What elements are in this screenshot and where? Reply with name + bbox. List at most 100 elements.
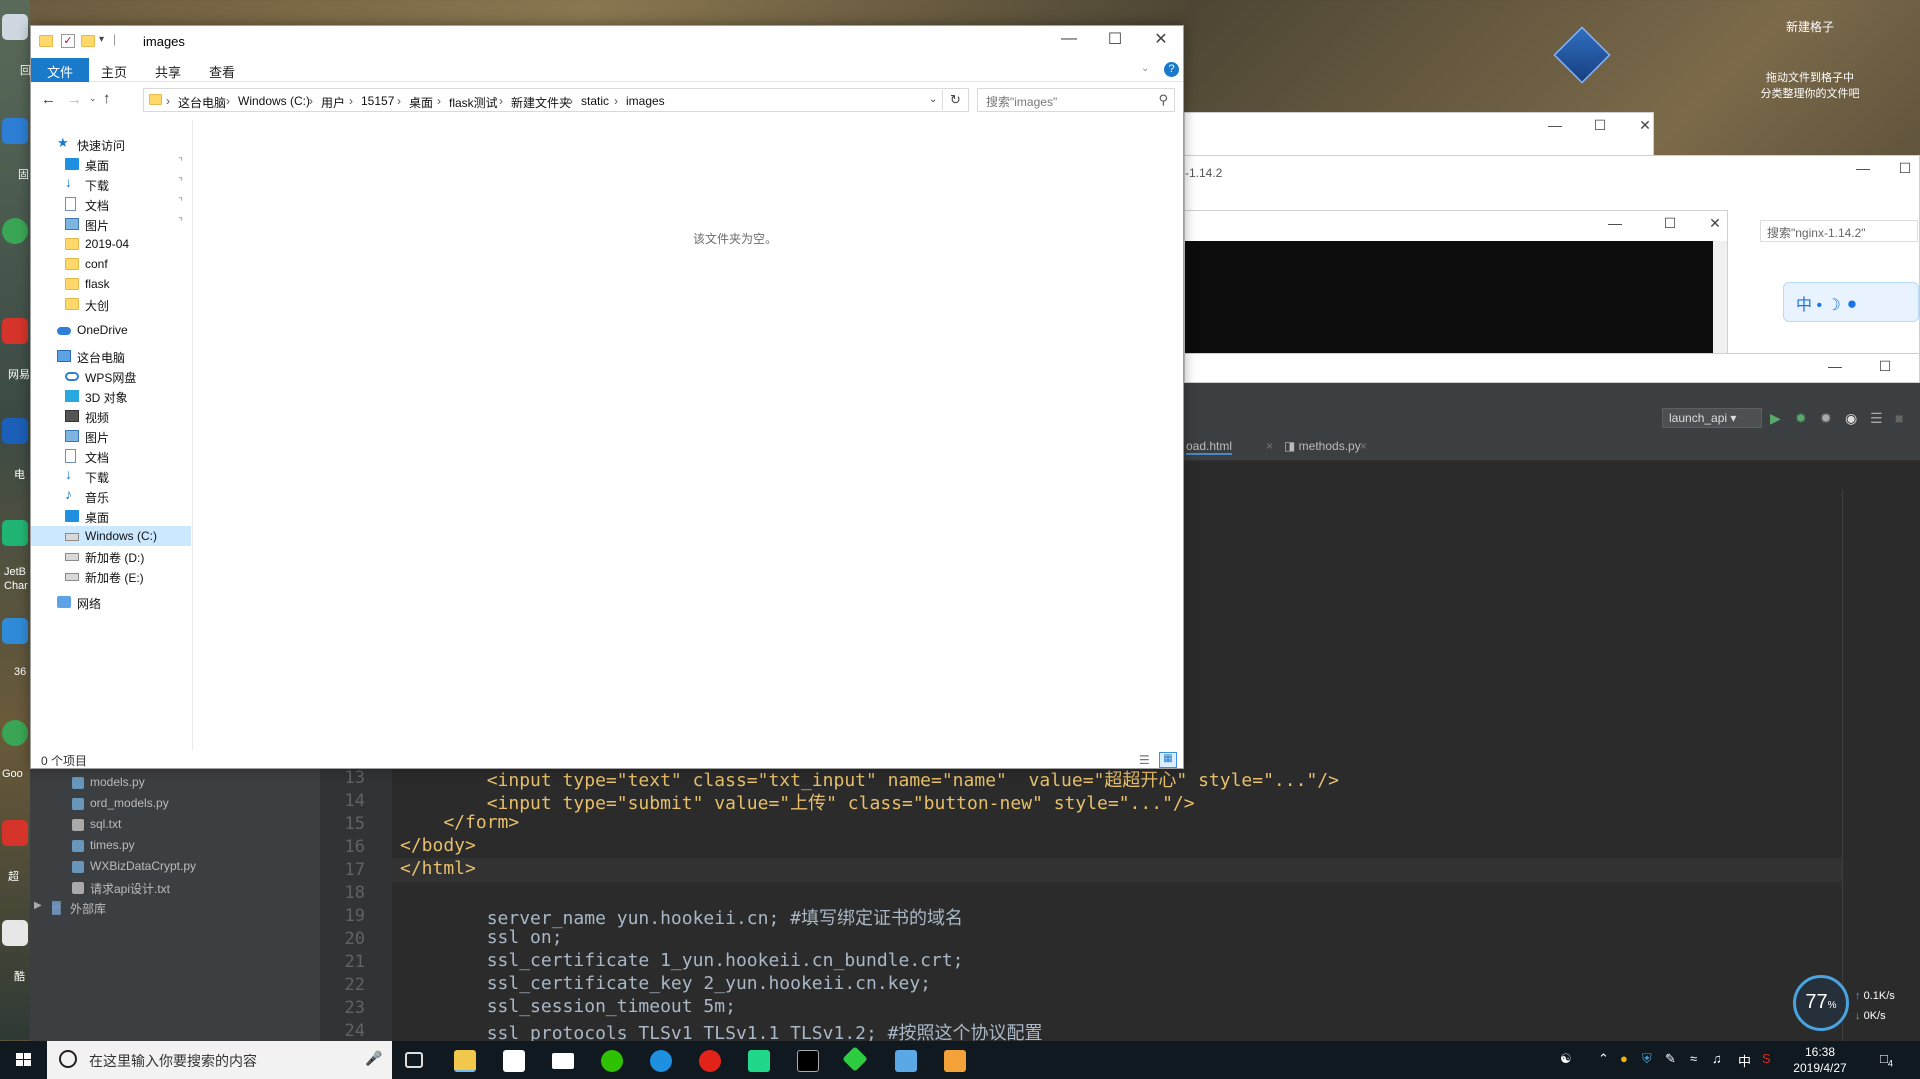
maximize-icon[interactable]: ☐: [1105, 29, 1125, 49]
minimize-icon[interactable]: —: [1825, 358, 1845, 374]
nav-drive-d[interactable]: 新加卷 (D:): [31, 546, 191, 566]
back-arrow-icon[interactable]: ←: [41, 91, 56, 108]
minimize-icon[interactable]: —: [1853, 160, 1873, 176]
chrome-icon[interactable]: [2, 720, 28, 746]
cube-widget-icon[interactable]: [1553, 26, 1611, 84]
nav-quick-access[interactable]: ★ 快速访问: [31, 134, 191, 154]
breadcrumb-new-folder[interactable]: 新建文件夹: [511, 94, 571, 111]
ide-titlebar[interactable]: — ☐: [1184, 353, 1920, 383]
people-icon[interactable]: ☯: [1560, 1051, 1572, 1067]
cortana-icon[interactable]: [59, 1050, 77, 1068]
refresh-icon[interactable]: ↻: [950, 92, 961, 108]
expand-ribbon-icon[interactable]: ⌄: [1141, 63, 1149, 74]
nav-network[interactable]: 网络: [31, 592, 191, 612]
pc-manager-icon[interactable]: [2, 418, 28, 444]
tab-methods-py[interactable]: ◨ methods.py: [1284, 439, 1361, 453]
memory-usage-gauge[interactable]: 77%: [1793, 975, 1849, 1031]
nav-folder-flask[interactable]: flask: [31, 274, 191, 294]
chrome-tray-icon[interactable]: ●: [1620, 1051, 1628, 1066]
maximize-icon[interactable]: ☐: [1875, 358, 1895, 375]
minimize-icon[interactable]: —: [1545, 117, 1565, 133]
search-input[interactable]: 搜索"nginx-1.14.2": [1760, 220, 1918, 242]
address-dropdown-icon[interactable]: ⌄: [929, 94, 937, 105]
run-icon[interactable]: ▶: [1770, 410, 1781, 427]
project-file[interactable]: WXBizDataCrypt.py: [90, 859, 196, 873]
stop-icon[interactable]: ■: [1895, 410, 1903, 426]
sogou-icon[interactable]: S: [1762, 1051, 1771, 1066]
project-file[interactable]: 请求api设计.txt: [90, 880, 170, 897]
project-file[interactable]: sql.txt: [90, 817, 121, 831]
close-icon[interactable]: ✕: [1151, 29, 1171, 49]
search-input[interactable]: 搜索"images" ⚲: [977, 88, 1175, 112]
nav-downloads[interactable]: ↓ 下载 ⌝: [31, 174, 191, 194]
scrollbar[interactable]: [1713, 241, 1727, 353]
expand-arrow-icon[interactable]: ▶: [34, 900, 42, 911]
nav-videos[interactable]: 视频: [31, 406, 191, 426]
maximize-icon[interactable]: ☐: [1895, 160, 1915, 177]
close-icon[interactable]: ✕: [1635, 117, 1655, 134]
shield-icon[interactable]: ⛨: [1642, 1051, 1652, 1067]
nav-wps-drive[interactable]: WPS网盘: [31, 366, 191, 386]
nav-documents[interactable]: 文档 ⌝: [31, 194, 191, 214]
app-icon[interactable]: [2, 920, 28, 946]
nav-downloads-pc[interactable]: ↓ 下载: [31, 466, 191, 486]
project-file[interactable]: models.py: [90, 775, 145, 789]
large-icons-view-icon[interactable]: ▦: [1159, 752, 1177, 768]
ime-indicator[interactable]: 中: [1738, 1051, 1751, 1070]
desktop-app-icon[interactable]: [2, 118, 28, 144]
minimize-icon[interactable]: —: [1059, 30, 1079, 48]
terminal-window[interactable]: — ☐ ✕: [1184, 210, 1728, 355]
ime-toolbar[interactable]: 中 • ☽ ⚫: [1783, 282, 1919, 322]
wechat-icon[interactable]: [601, 1050, 623, 1072]
nav-this-pc[interactable]: 这台电脑: [31, 346, 191, 366]
new-folder-icon[interactable]: [81, 35, 95, 47]
nav-desktop-pc[interactable]: 桌面: [31, 506, 191, 526]
nav-pictures[interactable]: 图片 ⌝: [31, 214, 191, 234]
file-list[interactable]: 该文件夹为空。: [193, 120, 1183, 750]
pycharm-icon[interactable]: [748, 1050, 770, 1072]
store-icon[interactable]: [503, 1050, 525, 1072]
show-hidden-icons[interactable]: ⌃: [1598, 1051, 1609, 1067]
tab-view[interactable]: 查看: [199, 61, 245, 82]
profile-icon[interactable]: ◉: [1845, 410, 1857, 427]
taskbar-search[interactable]: 在这里输入你要搜索的内容 🎤: [47, 1041, 392, 1079]
tab-home[interactable]: 主页: [91, 61, 137, 82]
breadcrumb-users[interactable]: 用户: [321, 94, 345, 111]
remote-desktop-icon[interactable]: [895, 1050, 917, 1072]
nav-documents-pc[interactable]: 文档: [31, 446, 191, 466]
breadcrumb-images[interactable]: images: [626, 94, 665, 108]
search-icon[interactable]: ⚲: [1158, 92, 1168, 108]
nav-onedrive[interactable]: OneDrive: [31, 320, 191, 340]
properties-icon[interactable]: ✓: [61, 34, 75, 48]
breadcrumb-desktop[interactable]: 桌面: [409, 94, 433, 111]
breadcrumb-this-pc[interactable]: 这台电脑: [178, 94, 226, 111]
customize-quick-access-icon[interactable]: ▾: [99, 34, 104, 45]
nav-pictures-pc[interactable]: 图片: [31, 426, 191, 446]
green-app-icon[interactable]: [842, 1046, 868, 1072]
start-button[interactable]: [0, 1041, 47, 1079]
breadcrumb-drive-c[interactable]: Windows (C:): [238, 94, 310, 108]
nav-3d-objects[interactable]: 3D 对象: [31, 386, 191, 406]
breadcrumb-user[interactable]: 15157: [361, 94, 394, 108]
breadcrumb-flask-test[interactable]: flask测试: [449, 94, 498, 111]
netease-icon[interactable]: [2, 318, 28, 344]
pen-icon[interactable]: ✎: [1665, 1051, 1676, 1067]
up-arrow-icon[interactable]: ↑: [103, 90, 111, 107]
file-explorer-window[interactable]: ✓ ▾ | images — ☐ ✕ 文件 主页 共享 查看 ⌄ ? ← → ⌄…: [30, 25, 1184, 769]
external-libraries[interactable]: 外部库: [70, 900, 106, 917]
folder-app-icon[interactable]: [944, 1050, 966, 1072]
nav-drive-e[interactable]: 新加卷 (E:): [31, 566, 191, 586]
coverage-icon[interactable]: ✹: [1820, 410, 1832, 427]
app-icon[interactable]: [2, 820, 28, 846]
edge-icon[interactable]: [650, 1050, 672, 1072]
jetbrains-icon[interactable]: [2, 520, 28, 546]
nav-music[interactable]: ♪ 音乐: [31, 486, 191, 506]
nav-desktop[interactable]: 桌面 ⌝: [31, 154, 191, 174]
fence-widget[interactable]: 新建格子 拖动文件到格子中 分类整理你的文件吧: [1700, 0, 1920, 120]
recent-locations-icon[interactable]: ⌄: [89, 93, 97, 104]
nav-drive-c[interactable]: Windows (C:): [31, 526, 191, 546]
terminal-output[interactable]: [1185, 241, 1713, 353]
debug-icon[interactable]: ✹: [1795, 410, 1807, 427]
close-icon[interactable]: ✕: [1705, 215, 1725, 232]
maximize-icon[interactable]: ☐: [1660, 215, 1680, 232]
